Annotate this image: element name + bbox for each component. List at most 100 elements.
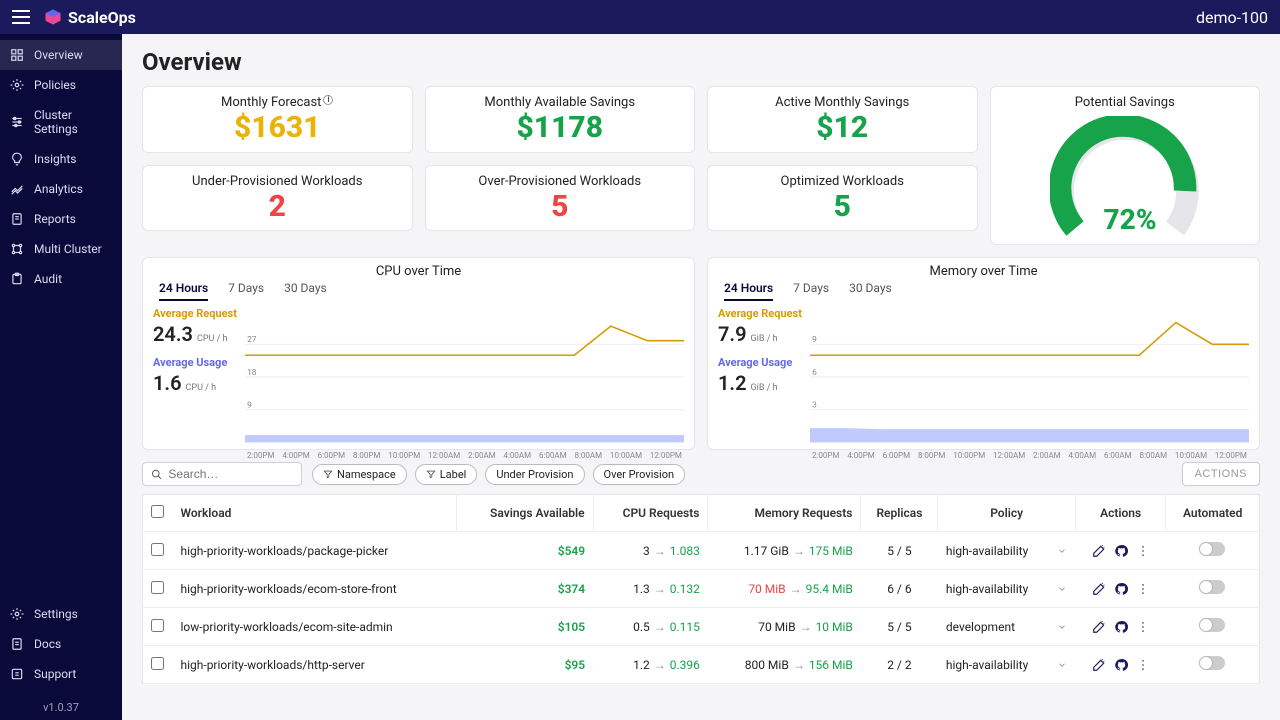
kpi-under: Under-Provisioned Workloads 2 <box>142 165 413 232</box>
brand-name: ScaleOps <box>68 8 136 27</box>
github-icon[interactable] <box>1114 620 1128 634</box>
table-row[interactable]: high-priority-workloads/http-server $95 … <box>143 646 1260 684</box>
cluster-name: demo-100 <box>1196 8 1268 27</box>
sidebar: Overview Policies Cluster Settings Insights… <box>0 34 122 720</box>
row-checkbox[interactable] <box>151 543 164 556</box>
workload-cell: high-priority-workloads/package-picker <box>173 532 457 570</box>
wand-icon[interactable] <box>1092 658 1106 672</box>
wand-icon[interactable] <box>1092 582 1106 596</box>
github-icon[interactable] <box>1114 658 1128 672</box>
more-icon[interactable] <box>1136 544 1150 558</box>
chart-tab[interactable]: 24 Hours <box>159 281 208 301</box>
sidebar-item-support[interactable]: Support <box>0 659 122 689</box>
select-all-checkbox[interactable] <box>151 505 164 518</box>
memory-cell: 70 MiB→10 MiB <box>708 608 861 646</box>
sidebar-item-label: Audit <box>34 272 62 286</box>
table-row[interactable]: high-priority-workloads/ecom-store-front… <box>143 570 1260 608</box>
sidebar-item-label: Cluster Settings <box>34 108 112 136</box>
page-title: Overview <box>142 48 1260 76</box>
sidebar-item-multi-cluster[interactable]: Multi Cluster <box>0 234 122 264</box>
chart-tab[interactable]: 7 Days <box>793 281 829 301</box>
actions-button[interactable]: ACTIONS <box>1182 462 1260 486</box>
policy-cell[interactable]: development <box>938 608 1075 646</box>
menu-toggle-icon[interactable] <box>12 10 30 24</box>
chart-tab[interactable]: 30 Days <box>849 281 892 301</box>
savings-cell: $95 <box>457 646 594 684</box>
workload-cell: low-priority-workloads/ecom-site-admin <box>173 608 457 646</box>
wand-icon[interactable] <box>1092 620 1106 634</box>
sidebar-item-analytics[interactable]: Analytics <box>0 174 122 204</box>
sidebar-item-reports[interactable]: Reports <box>0 204 122 234</box>
kpi-over: Over-Provisioned Workloads 5 <box>425 165 696 232</box>
table-row[interactable]: low-priority-workloads/ecom-site-admin $… <box>143 608 1260 646</box>
search-input[interactable] <box>142 462 302 486</box>
cpu-cell: 3→1.083 <box>593 532 708 570</box>
automated-toggle[interactable] <box>1199 542 1225 556</box>
more-icon[interactable] <box>1136 620 1150 634</box>
search-icon <box>151 468 162 481</box>
logo-cube-icon <box>44 8 62 26</box>
policy-cell[interactable]: high-availability <box>938 646 1075 684</box>
row-checkbox[interactable] <box>151 581 164 594</box>
sidebar-item-docs[interactable]: Docs <box>0 629 122 659</box>
cpu-cell: 1.2→0.396 <box>593 646 708 684</box>
filter-label[interactable]: Label <box>415 464 478 485</box>
chart-tab[interactable]: 24 Hours <box>724 281 773 301</box>
sidebar-item-insights[interactable]: Insights <box>0 144 122 174</box>
sidebar-item-cluster-settings[interactable]: Cluster Settings <box>0 100 122 144</box>
savings-cell: $549 <box>457 532 594 570</box>
svg-text:18: 18 <box>247 368 257 378</box>
github-icon[interactable] <box>1114 582 1128 596</box>
svg-text:9: 9 <box>812 335 817 345</box>
policy-cell[interactable]: high-availability <box>938 532 1075 570</box>
chart-tab[interactable]: 30 Days <box>284 281 327 301</box>
filter-namespace[interactable]: Namespace <box>312 464 407 485</box>
svg-text:9: 9 <box>247 401 252 411</box>
main-content: Overview Monthly Forecasti $1631 Under-P… <box>122 34 1280 720</box>
more-icon[interactable] <box>1136 582 1150 596</box>
sidebar-item-audit[interactable]: Audit <box>0 264 122 294</box>
sidebar-item-label: Insights <box>34 152 76 166</box>
sidebar-item-label: Reports <box>34 212 76 226</box>
policy-cell[interactable]: high-availability <box>938 570 1075 608</box>
sidebar-item-settings[interactable]: Settings <box>0 599 122 629</box>
svg-text:3: 3 <box>812 401 817 411</box>
row-checkbox[interactable] <box>151 657 164 670</box>
sidebar-item-policies[interactable]: Policies <box>0 70 122 100</box>
brand-logo: ScaleOps <box>44 8 136 27</box>
sidebar-item-label: Overview <box>34 48 83 62</box>
automated-toggle[interactable] <box>1199 580 1225 594</box>
chart-memory: Memory over Time 24 Hours7 Days30 Days A… <box>707 257 1260 450</box>
sidebar-item-overview[interactable]: Overview <box>0 40 122 70</box>
replicas-cell: 5 / 5 <box>861 532 938 570</box>
filter-over-provision[interactable]: Over Provision <box>593 464 686 485</box>
table-row[interactable]: high-priority-workloads/package-picker $… <box>143 532 1260 570</box>
workload-cell: high-priority-workloads/http-server <box>173 646 457 684</box>
replicas-cell: 2 / 2 <box>861 646 938 684</box>
more-icon[interactable] <box>1136 658 1150 672</box>
svg-text:6: 6 <box>812 368 817 378</box>
github-icon[interactable] <box>1114 544 1128 558</box>
info-icon[interactable]: i <box>323 95 333 105</box>
sidebar-item-label: Multi Cluster <box>34 242 102 256</box>
svg-text:27: 27 <box>247 335 257 345</box>
sidebar-item-label: Settings <box>34 607 78 621</box>
row-checkbox[interactable] <box>151 619 164 632</box>
chevron-down-icon <box>1057 660 1067 670</box>
automated-toggle[interactable] <box>1199 618 1225 632</box>
chevron-down-icon <box>1057 546 1067 556</box>
chart-tab[interactable]: 7 Days <box>228 281 264 301</box>
cpu-cell: 0.5→0.115 <box>593 608 708 646</box>
kpi-potential: Potential Savings 72% <box>990 86 1261 245</box>
automated-toggle[interactable] <box>1199 656 1225 670</box>
kpi-forecast: Monthly Forecasti $1631 <box>142 86 413 153</box>
wand-icon[interactable] <box>1092 544 1106 558</box>
filter-under-provision[interactable]: Under Provision <box>485 464 584 485</box>
memory-cell: 1.17 GiB→175 MiB <box>708 532 861 570</box>
chart-cpu: CPU over Time 24 Hours7 Days30 Days Aver… <box>142 257 695 450</box>
topbar: ScaleOps demo-100 <box>0 0 1280 34</box>
replicas-cell: 5 / 5 <box>861 608 938 646</box>
kpi-active: Active Monthly Savings $12 <box>707 86 978 153</box>
memory-cell: 800 MiB→156 MiB <box>708 646 861 684</box>
sidebar-item-label: Support <box>34 667 76 681</box>
